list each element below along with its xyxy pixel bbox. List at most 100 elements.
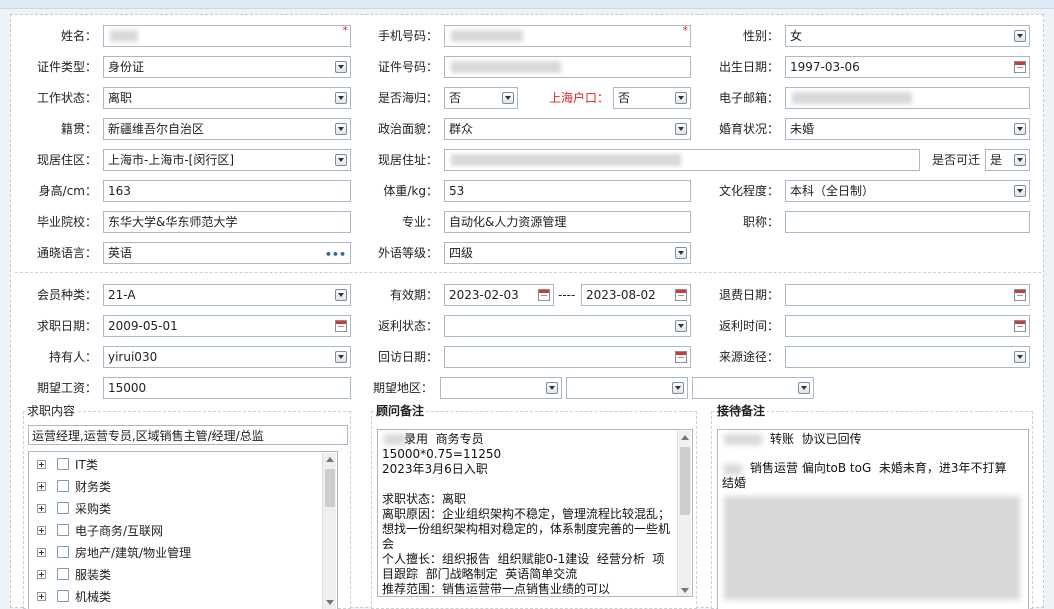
chevron-down-icon[interactable]	[1014, 123, 1026, 135]
sh-hukou-value: 否	[618, 91, 631, 105]
chevron-down-icon[interactable]	[335, 154, 347, 166]
relocate-select[interactable]: 是	[985, 149, 1030, 171]
phone-redacted	[451, 30, 523, 42]
expand-icon[interactable]	[37, 570, 46, 579]
reception-note-textarea[interactable]: 转账 协议已回传 销售运营 偏向toB toG 未婚未育，进3年不打算结婚	[717, 429, 1029, 609]
email-field[interactable]	[785, 87, 1030, 109]
education-select[interactable]: 本科（全日制）	[785, 180, 1030, 202]
calendar-icon[interactable]	[675, 351, 687, 363]
expand-icon[interactable]	[37, 526, 46, 535]
id-type-value: 身份证	[108, 60, 145, 74]
chevron-down-icon[interactable]	[798, 382, 810, 394]
address-field[interactable]	[444, 149, 920, 171]
weight-field[interactable]: 53	[444, 180, 691, 202]
name-field[interactable]: *	[103, 25, 351, 47]
chevron-down-icon[interactable]	[675, 123, 687, 135]
checkbox[interactable]	[57, 502, 69, 514]
holder-select[interactable]: yirui030	[103, 346, 351, 368]
checkbox[interactable]	[57, 524, 69, 536]
consultant-note-text: 录用 商务专员 15000*0.75=11250 2023年3月6日入职 求职状…	[382, 432, 671, 596]
calendar-icon[interactable]	[675, 289, 687, 301]
scroll-thumb[interactable]	[680, 447, 690, 515]
scroll-up-icon[interactable]	[326, 457, 334, 462]
expand-icon[interactable]	[37, 548, 46, 557]
gender-select[interactable]: 女	[785, 25, 1030, 47]
chevron-down-icon[interactable]	[546, 382, 558, 394]
scroll-up-icon[interactable]	[681, 435, 689, 440]
marital-select[interactable]: 未婚	[785, 118, 1030, 140]
chevron-down-icon[interactable]	[335, 351, 347, 363]
id-number-field[interactable]	[444, 56, 691, 78]
calendar-icon[interactable]	[538, 289, 550, 301]
scroll-down-icon[interactable]	[326, 600, 334, 605]
chevron-down-icon[interactable]	[335, 92, 347, 104]
expand-icon[interactable]	[37, 460, 46, 469]
major-field[interactable]: 自动化&人力资源管理	[444, 211, 691, 233]
checkbox[interactable]	[57, 458, 69, 470]
political-select[interactable]: 群众	[444, 118, 691, 140]
scroll-thumb[interactable]	[325, 469, 335, 507]
region-province-select[interactable]	[440, 377, 562, 399]
school-field[interactable]: 东华大学&华东师范大学	[103, 211, 351, 233]
chevron-down-icon[interactable]	[502, 92, 514, 104]
chevron-down-icon[interactable]	[1014, 154, 1026, 166]
redacted-name	[724, 434, 762, 445]
consultant-note-scrollbar[interactable]	[677, 431, 691, 596]
expand-icon[interactable]	[37, 592, 46, 601]
refund-date-field[interactable]	[785, 284, 1030, 306]
expand-icon[interactable]	[37, 482, 46, 491]
chevron-down-icon[interactable]	[1014, 351, 1026, 363]
residence-area-select[interactable]: 上海市-上海市-[闵行区]	[103, 149, 351, 171]
tree-item-label: 服装类	[75, 568, 112, 582]
job-category-tree[interactable]: IT类 财务类 采购类 电子商务/互联网 房地产/建筑/物业管理 服装类 机械类	[28, 451, 338, 609]
consultant-note-textarea[interactable]: 录用 商务专员 15000*0.75=11250 2023年3月6日入职 求职状…	[377, 429, 693, 597]
reception-note-title: 接待备注	[715, 403, 768, 419]
checkbox[interactable]	[57, 590, 69, 602]
more-options-icon[interactable]: •••	[325, 245, 346, 263]
calendar-icon[interactable]	[1014, 320, 1026, 332]
returnee-select[interactable]: 否	[444, 87, 518, 109]
calendar-icon[interactable]	[335, 320, 347, 332]
native-select[interactable]: 新疆维吾尔自治区	[103, 118, 351, 140]
chevron-down-icon[interactable]	[335, 289, 347, 301]
sh-hukou-select[interactable]: 否	[613, 87, 691, 109]
calendar-icon[interactable]	[1014, 61, 1026, 73]
member-type-label: 会员种类：	[36, 288, 97, 302]
region-district-select[interactable]	[692, 377, 814, 399]
salary-field[interactable]: 15000	[103, 377, 351, 399]
language-field[interactable]: 英语 •••	[103, 242, 351, 264]
visit-date-field[interactable]	[444, 346, 691, 368]
valid-from-field[interactable]: 2023-02-03	[444, 284, 554, 306]
checkbox[interactable]	[57, 568, 69, 580]
height-field[interactable]: 163	[103, 180, 351, 202]
region-city-select[interactable]	[566, 377, 688, 399]
language-level-select[interactable]: 四级	[444, 242, 691, 264]
valid-to-field[interactable]: 2023-08-02	[581, 284, 691, 306]
chevron-down-icon[interactable]	[335, 123, 347, 135]
job-date-field[interactable]: 2009-05-01	[103, 315, 351, 337]
expand-icon[interactable]	[37, 504, 46, 513]
tree-scrollbar[interactable]	[322, 453, 336, 609]
source-select[interactable]	[785, 346, 1030, 368]
job-content-selected[interactable]: 运营经理,运营专员,区域销售主管/经理/总监	[28, 425, 348, 445]
phone-field[interactable]: *	[444, 25, 691, 47]
job-date-value: 2009-05-01	[108, 319, 178, 333]
birth-date-field[interactable]: 1997-03-06	[785, 56, 1030, 78]
scroll-down-icon[interactable]	[681, 588, 689, 593]
chevron-down-icon[interactable]	[1014, 185, 1026, 197]
chevron-down-icon[interactable]	[335, 61, 347, 73]
rebate-status-select[interactable]	[444, 315, 691, 337]
work-status-select[interactable]: 离职	[103, 87, 351, 109]
rebate-time-field[interactable]	[785, 315, 1030, 337]
chevron-down-icon[interactable]	[675, 247, 687, 259]
chevron-down-icon[interactable]	[1014, 30, 1026, 42]
chevron-down-icon[interactable]	[672, 382, 684, 394]
chevron-down-icon[interactable]	[675, 92, 687, 104]
title-field[interactable]	[785, 211, 1030, 233]
chevron-down-icon[interactable]	[675, 320, 687, 332]
calendar-icon[interactable]	[1014, 289, 1026, 301]
checkbox[interactable]	[57, 480, 69, 492]
id-type-select[interactable]: 身份证	[103, 56, 351, 78]
member-type-select[interactable]: 21-A	[103, 284, 351, 306]
checkbox[interactable]	[57, 546, 69, 558]
